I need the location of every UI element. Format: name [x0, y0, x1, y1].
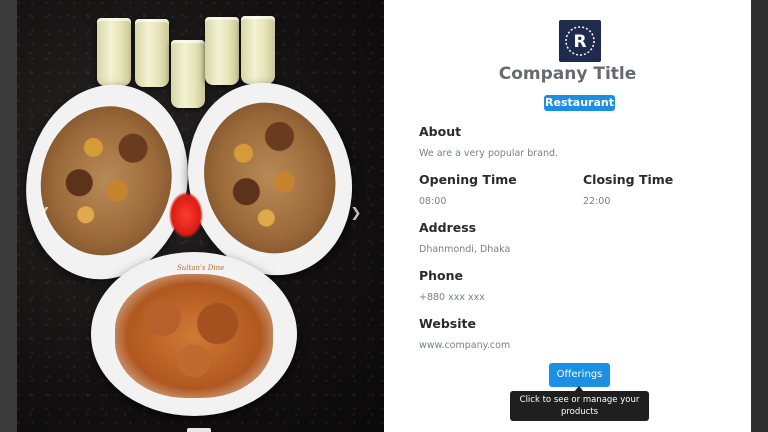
app-frame: Sultan's Dine ❮ ❯ R Company Title Restau… — [0, 0, 768, 432]
drink-glass — [205, 17, 239, 85]
chevron-left-icon[interactable]: ❮ — [37, 206, 53, 222]
address-value: Dhanmondi, Dhaka — [419, 244, 511, 255]
biryani — [27, 93, 186, 268]
drink-glass — [171, 40, 205, 108]
about-value: We are a very popular brand. — [419, 148, 559, 159]
window-edge-left — [0, 0, 17, 432]
drink-glass — [135, 19, 169, 87]
website-label: Website — [419, 316, 476, 331]
window-edge-right — [751, 0, 768, 432]
website-value: www.company.com — [419, 340, 511, 351]
chevron-right-icon[interactable]: ❯ — [348, 206, 364, 222]
biryani — [188, 88, 352, 268]
opening-time-value: 08:00 — [419, 196, 447, 207]
category-badge: Restaurant — [544, 95, 615, 111]
company-logo: R — [559, 20, 601, 62]
opening-time-label: Opening Time — [419, 172, 517, 187]
plate-inscription: Sultan's Dine — [177, 264, 225, 272]
logo-letter: R — [573, 32, 586, 52]
closing-time-value: 22:00 — [583, 196, 611, 207]
phone-label: Phone — [419, 268, 464, 283]
company-title: Company Title — [498, 64, 637, 84]
roast-chicken — [115, 274, 273, 398]
offerings-button[interactable]: Offerings — [549, 363, 610, 387]
food-photo-gallery[interactable]: Sultan's Dine ❮ ❯ — [17, 0, 384, 432]
closing-time-label: Closing Time — [583, 172, 674, 187]
tomato-garnish — [169, 192, 203, 238]
chicken-plate: Sultan's Dine — [91, 252, 297, 416]
address-label: Address — [419, 220, 477, 235]
drink-glass — [97, 18, 131, 86]
drink-glass — [241, 16, 275, 84]
company-info-panel: R Company Title Restaurant About We are … — [384, 0, 751, 432]
logo-ring-icon: R — [565, 26, 595, 56]
about-label: About — [419, 124, 462, 139]
slide-indicator[interactable] — [187, 428, 211, 432]
offerings-tooltip: Click to see or manage your products — [510, 391, 649, 421]
phone-value: +880 xxx xxx — [419, 292, 485, 303]
